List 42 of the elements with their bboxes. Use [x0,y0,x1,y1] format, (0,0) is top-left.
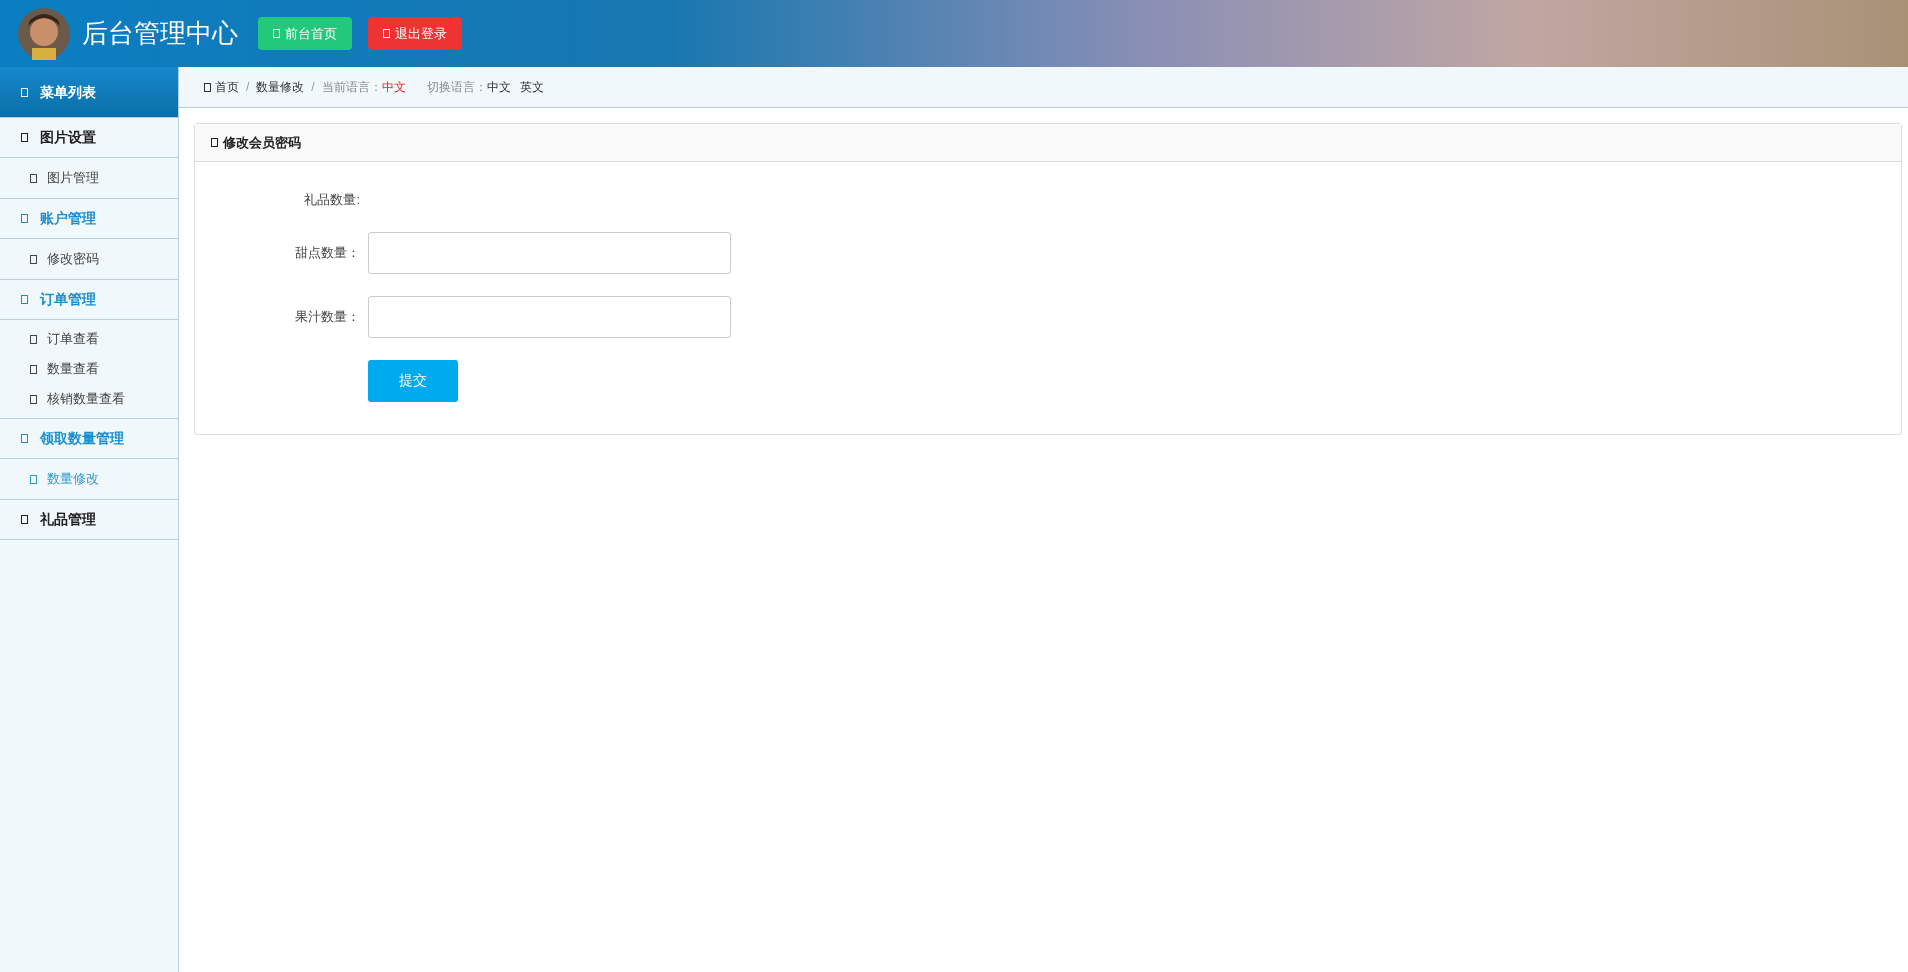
square-icon [30,254,37,264]
text-input[interactable] [368,231,731,274]
language-link[interactable]: 英文 [519,78,544,96]
square-icon [21,515,28,524]
square-icon [21,133,28,142]
field-label: 果汁数量： [294,307,360,326]
switch-language-label: 切换语言： [426,79,487,96]
language-link[interactable]: 中文 [486,78,511,96]
sidebar-item[interactable]: 数量查看 [0,354,178,384]
current-language-label: 当前语言： [321,79,382,96]
avatar [18,7,70,60]
sidebar-item[interactable]: 修改密码 [0,239,178,279]
square-icon [21,434,28,443]
square-icon [30,474,37,484]
square-icon [21,295,28,304]
text-input[interactable] [368,295,731,338]
square-icon [30,394,37,404]
square-icon [211,138,218,147]
square-icon [21,87,28,97]
field-label: 礼品数量: [303,191,360,209]
square-icon [273,29,280,38]
breadcrumb-link[interactable]: 数量修改 [256,78,305,96]
current-language: 中文 [381,79,406,96]
breadcrumb-separator: / [311,79,315,96]
breadcrumb-link[interactable]: 首页 [204,78,239,96]
breadcrumb-separator: / [246,79,250,96]
field-label: 甜点数量： [294,243,360,262]
square-icon [21,214,28,223]
sidebar-group[interactable]: 图片设置 [0,118,178,158]
sidebar-title: 菜单列表 [0,67,178,118]
square-icon [204,82,211,92]
sidebar-group[interactable]: 礼品管理 [0,500,178,540]
square-icon [30,364,37,374]
square-icon [30,334,37,344]
logout-button[interactable]: 退出登录 [368,17,462,50]
sidebar-item[interactable]: 订单查看 [0,324,178,354]
sidebar-item[interactable]: 图片管理 [0,158,178,198]
app-title: 后台管理中心 [82,17,238,50]
square-icon [30,173,37,183]
square-icon [383,29,390,38]
card-header: 修改会员密码 [195,124,1901,162]
sidebar-item[interactable]: 核销数量查看 [0,384,178,414]
